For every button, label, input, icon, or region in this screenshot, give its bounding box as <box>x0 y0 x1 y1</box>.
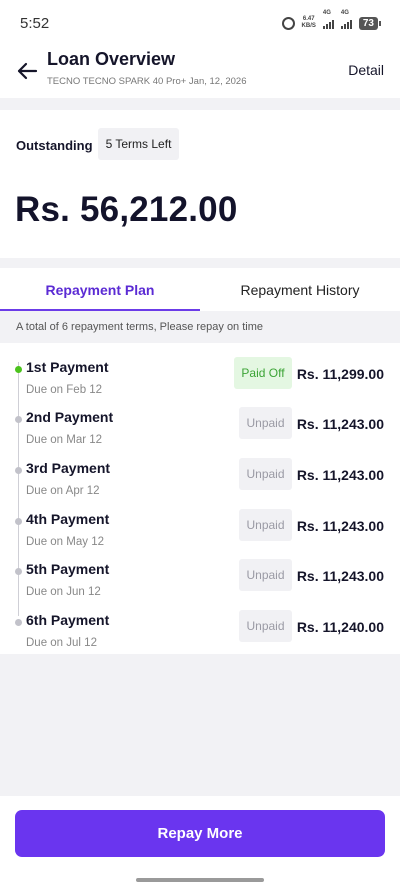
timeline-dot <box>15 467 22 474</box>
status-badge: Paid Off <box>234 357 292 389</box>
payment-due-date: Due on Jul 12 <box>26 637 97 649</box>
list-item: 3rd Payment Due on Apr 12 Unpaid Rs. 11,… <box>0 452 400 502</box>
payment-amount: Rs. 11,299.00 <box>296 366 384 382</box>
outstanding-amount: Rs. 56,212.00 <box>15 190 238 229</box>
status-icons: 6.47 KB/S 4G 4G 73 <box>281 10 382 30</box>
list-item: 1st Payment Due on Feb 12 Paid Off Rs. 1… <box>0 351 400 401</box>
repayment-tabs: Repayment Plan Repayment History <box>0 268 400 311</box>
plan-info-text: A total of 6 repayment terms, Please rep… <box>0 311 400 343</box>
status-badge: Unpaid <box>239 407 292 439</box>
list-item: 2nd Payment Due on Mar 12 Unpaid Rs. 11,… <box>0 401 400 451</box>
signal-label: 4G <box>322 10 331 16</box>
repay-more-button[interactable]: Repay More <box>15 810 385 857</box>
payment-title: 6th Payment <box>26 612 110 628</box>
payment-due-date: Due on Mar 12 <box>26 434 103 446</box>
payment-title: 4th Payment <box>26 511 110 527</box>
payment-title: 5th Payment <box>26 561 110 577</box>
signal-icon-2: 4G <box>340 10 352 29</box>
payment-due-date: Due on Apr 12 <box>26 485 100 497</box>
payment-amount: Rs. 11,240.00 <box>296 619 384 635</box>
timeline-dot <box>15 518 22 525</box>
payment-due-date: Due on Feb 12 <box>26 384 103 396</box>
outstanding-label: Outstanding <box>16 138 93 153</box>
bottom-action-bar: Repay More <box>0 796 400 888</box>
app-header: Loan Overview TECNO TECNO SPARK 40 Pro+ … <box>0 46 400 98</box>
status-badge: Unpaid <box>239 559 292 591</box>
terms-left-badge: 5 Terms Left <box>98 128 179 160</box>
timeline-dot <box>15 619 22 626</box>
timeline-dot <box>15 416 22 423</box>
page-title: Loan Overview <box>47 49 176 69</box>
status-badge: Unpaid <box>239 458 292 490</box>
status-bar: 5:52 6.47 KB/S 4G 4G 73 <box>0 0 400 46</box>
status-badge: Unpaid <box>239 610 292 642</box>
list-item: 6th Payment Due on Jul 12 Unpaid Rs. 11,… <box>0 604 400 654</box>
payment-due-date: Due on May 12 <box>26 536 104 548</box>
status-badge: Unpaid <box>239 509 292 541</box>
tab-repayment-plan[interactable]: Repayment Plan <box>0 268 200 311</box>
payment-due-date: Due on Jun 12 <box>26 586 101 598</box>
network-speed-unit: KB/S <box>301 23 316 29</box>
home-indicator[interactable] <box>136 878 264 882</box>
signal-label-2: 4G <box>340 10 349 16</box>
repayment-plan-list: 1st Payment Due on Feb 12 Paid Off Rs. 1… <box>0 343 400 654</box>
battery-icon: 73 <box>358 16 382 30</box>
payment-title: 1st Payment <box>26 359 109 375</box>
payment-amount: Rs. 11,243.00 <box>296 518 384 534</box>
payment-title: 2nd Payment <box>26 409 114 425</box>
payment-amount: Rs. 11,243.00 <box>296 467 384 483</box>
detail-link[interactable]: Detail <box>348 62 384 78</box>
payment-amount: Rs. 11,243.00 <box>296 568 384 584</box>
status-time: 5:52 <box>20 14 50 32</box>
timeline-dot <box>15 568 22 575</box>
tab-repayment-history[interactable]: Repayment History <box>200 268 400 311</box>
payment-amount: Rs. 11,243.00 <box>296 416 384 432</box>
list-item: 4th Payment Due on May 12 Unpaid Rs. 11,… <box>0 503 400 553</box>
timeline-dot-paid <box>15 366 22 373</box>
signal-icon: 4G <box>322 10 334 29</box>
alarm-icon <box>281 16 295 30</box>
network-speed: 6.47 KB/S <box>302 16 316 30</box>
outstanding-card: Outstanding 5 Terms Left Rs. 56,212.00 <box>0 110 400 258</box>
list-item: 5th Payment Due on Jun 12 Unpaid Rs. 11,… <box>0 553 400 603</box>
page-subtitle: TECNO TECNO SPARK 40 Pro+ Jan, 12, 2026 <box>47 76 247 87</box>
payment-title: 3rd Payment <box>26 460 111 476</box>
back-arrow-icon[interactable] <box>16 60 38 82</box>
network-speed-value: 6.47 <box>302 16 315 22</box>
